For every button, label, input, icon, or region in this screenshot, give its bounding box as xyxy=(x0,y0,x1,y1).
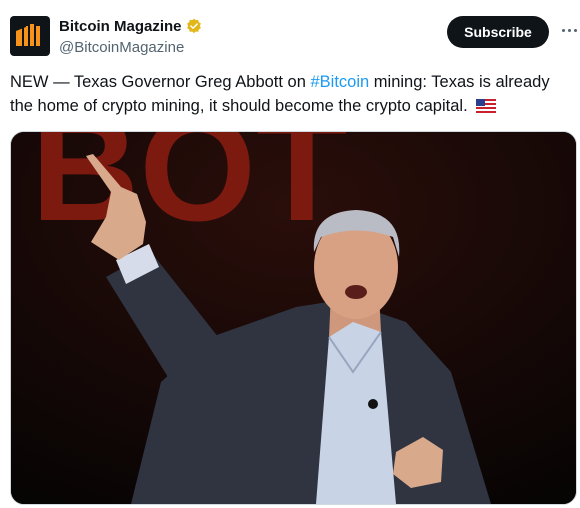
bitcoin-magazine-logo-icon xyxy=(16,24,40,46)
tweet-header: Bitcoin Magazine @BitcoinMagazine Subscr… xyxy=(10,14,577,58)
background-lettering: BOT xyxy=(31,132,348,252)
more-dots-icon[interactable] xyxy=(559,20,579,40)
hashtag-link[interactable]: #Bitcoin xyxy=(311,73,370,91)
tweet-text-part: NEW — Texas Governor Greg Abbott on xyxy=(10,73,311,91)
tweet-media-image[interactable]: BOT xyxy=(10,131,577,505)
avatar[interactable] xyxy=(10,16,50,56)
subscribe-button[interactable]: Subscribe xyxy=(447,16,549,48)
us-flag-icon xyxy=(476,99,497,113)
governor-speaking-photo: BOT xyxy=(11,132,576,504)
display-name[interactable]: Bitcoin Magazine xyxy=(59,18,182,35)
tweet-text: NEW — Texas Governor Greg Abbott on #Bit… xyxy=(10,70,575,118)
verified-badge-icon xyxy=(186,18,201,34)
account-handle[interactable]: @BitcoinMagazine xyxy=(59,39,202,56)
account-names: Bitcoin Magazine @BitcoinMagazine xyxy=(59,16,202,56)
